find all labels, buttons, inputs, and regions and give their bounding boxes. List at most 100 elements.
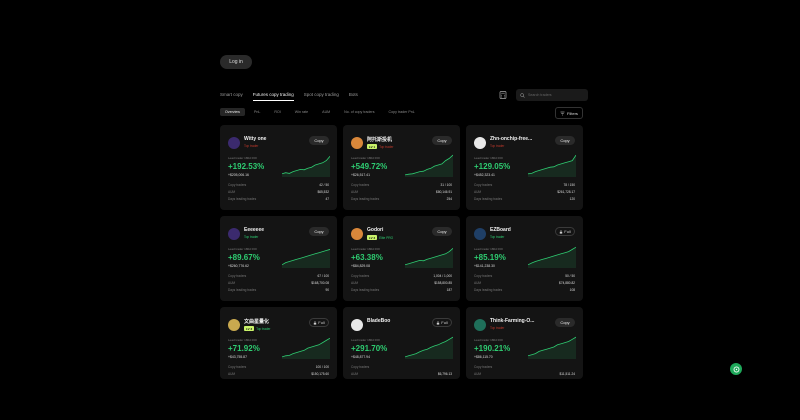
stat-value: 100 / 100 — [315, 364, 329, 369]
stat-aum: AUM $74,880.82 — [474, 279, 575, 286]
roi-label: Lead trader 180d ROI — [474, 247, 504, 251]
stat-copy-traders: Copy traders — [351, 363, 452, 370]
trader-card[interactable]: Think-Farming-O... Top trader Copy Lead tra… — [466, 307, 583, 379]
trader-badges: LV 3 Elite PRO — [367, 235, 393, 240]
full-button[interactable]: Full — [555, 227, 575, 236]
copy-button[interactable]: Copy — [555, 318, 575, 327]
copy-button[interactable]: Copy — [432, 227, 452, 236]
roi-label: Lead trader 180d ROI — [474, 338, 504, 342]
copy-button[interactable]: Copy — [309, 227, 329, 236]
trader-subtitle: Top trader — [490, 326, 505, 330]
pet-avatar-icon — [351, 319, 363, 331]
stat-copy-traders: Copy traders 50 / 50 — [474, 272, 575, 279]
trader-card[interactable]: Witty one Top trader Copy Lead trader 180d … — [220, 125, 337, 210]
search-box[interactable] — [516, 89, 588, 101]
stat-value: $6,796.13 — [437, 371, 452, 376]
chip-overview[interactable]: Overview — [220, 108, 245, 116]
roi-sparkline — [405, 248, 453, 268]
stat-label: Days leading trades — [351, 196, 380, 201]
roi-label: Lead trader 180d ROI — [474, 156, 504, 160]
roi-value: +129.05% — [474, 162, 511, 171]
trader-badges: Top trader — [490, 235, 504, 239]
copy-button[interactable]: Copy — [432, 136, 452, 145]
chip-pnl[interactable]: PnL — [249, 108, 265, 116]
stat-label: AUM — [351, 280, 359, 285]
calculator-icon[interactable] — [498, 90, 508, 100]
stat-value: $261,728.17 — [557, 189, 575, 194]
pnl-value: +$26,517.41 — [351, 173, 370, 177]
stat-label: Days leading trades — [474, 379, 502, 380]
stat-copy-traders: Copy traders 78 / 150 — [474, 181, 575, 188]
trader-name[interactable]: EZBoard — [490, 227, 511, 233]
trader-badges: Top trader — [244, 235, 258, 239]
tab-spot-copy-trading[interactable]: Spot copy trading — [304, 92, 339, 101]
trader-subtitle: Top trader — [256, 326, 271, 331]
stat-label: Copy traders — [351, 364, 370, 369]
action-label: Full — [564, 229, 571, 234]
trader-name[interactable]: 阿托斯投机 — [367, 136, 392, 143]
full-button[interactable]: Full — [432, 318, 452, 327]
stat-copy-traders: Copy traders 1,004 / 1,000 — [351, 272, 452, 279]
trader-name[interactable]: Godori — [367, 227, 383, 233]
login-button[interactable]: Log in — [220, 55, 252, 69]
trader-card[interactable]: BladeBoo Full Lead trader 180d ROI +291.70%… — [343, 307, 460, 379]
level-badge: LV 1 — [367, 144, 378, 149]
lock-icon — [314, 320, 317, 325]
trader-name[interactable]: Witty one — [244, 136, 266, 142]
tab-smart-copy[interactable]: Smart copy — [220, 92, 243, 101]
stat-days-leading: Days leading trades 108 — [474, 286, 575, 293]
help-chat-button[interactable] — [730, 363, 742, 375]
stat-aum: AUM $158,800.85 — [351, 279, 452, 286]
trader-name[interactable]: Eeeeeee — [244, 227, 264, 233]
chip-win-rate[interactable]: Win rate — [290, 108, 313, 116]
stat-aum: AUM $6,796.13 — [351, 370, 452, 377]
sort-chips: Overview PnL ROI Win rate AUM No. of copy tra… — [220, 108, 420, 116]
roi-value: +63.38% — [351, 253, 383, 262]
full-button[interactable]: Full — [309, 318, 329, 327]
tab-bots[interactable]: Bots — [349, 92, 358, 101]
tab-futures-copy-trading[interactable]: Futures copy trading — [252, 92, 294, 101]
copy-button[interactable]: Copy — [555, 136, 575, 145]
stat-days-leading: Days leading trades 120 — [474, 195, 575, 202]
stat-label: Days leading trades — [228, 379, 256, 380]
roi-label: Lead trader 180d ROI — [351, 156, 381, 160]
chip-no-of-copy-traders[interactable]: No. of copy traders — [339, 108, 379, 116]
stat-days-leading: Days leading trades 47 — [228, 195, 329, 202]
trader-card[interactable]: Eeeeeee Top trader Copy Lead trader 180d RO… — [220, 216, 337, 301]
trader-name[interactable]: Zhn-onchip-free... — [490, 136, 532, 142]
stat-label: Copy traders — [474, 364, 493, 369]
stat-label: Copy traders — [474, 273, 493, 278]
stat-label: Days leading trades — [351, 287, 380, 292]
top-right-tools — [498, 89, 588, 101]
stat-copy-traders: Copy traders 31 / 100 — [351, 181, 452, 188]
chip-roi[interactable]: ROI — [269, 108, 285, 116]
chip-copy-trader-pnl[interactable]: Copy trader PnL — [384, 108, 420, 116]
trader-badges: LV 3 Top trader — [244, 326, 270, 331]
trader-name[interactable]: BladeBoo — [367, 318, 390, 324]
trader-name[interactable]: Think-Farming-O... — [490, 318, 534, 324]
trader-stats: Copy traders 50 / 50 AUM $74,880.82 Days lea… — [474, 272, 575, 293]
stat-label: Copy traders — [228, 273, 247, 278]
search-input[interactable] — [528, 93, 583, 97]
stat-value: $158,800.85 — [434, 280, 452, 285]
stat-label: AUM — [228, 280, 236, 285]
chip-aum[interactable]: AUM — [317, 108, 335, 116]
star-avatar-icon — [228, 319, 240, 331]
trader-name[interactable]: 文曲星量化 — [244, 318, 269, 325]
trader-card[interactable]: 阿托斯投机 LV 1 Top trader Copy Lead trader 180d … — [343, 125, 460, 210]
filters-button[interactable]: Filters — [555, 107, 583, 119]
logo-avatar-icon — [474, 228, 486, 240]
trader-subtitle: Top trader — [244, 235, 259, 239]
stat-days-leading: Days leading trades 90 — [228, 286, 329, 293]
stat-label: AUM — [228, 371, 236, 376]
trader-card[interactable]: Zhn-onchip-free... Top trader Copy Lead tra… — [466, 125, 583, 210]
stat-label: Copy traders — [351, 273, 370, 278]
lock-icon — [560, 229, 563, 234]
roi-sparkline — [282, 337, 330, 359]
trader-card[interactable]: Godori LV 3 Elite PRO Copy Lead trader 180d … — [343, 216, 460, 301]
stat-value: $65,532 — [317, 189, 329, 194]
pnl-value: +$84,829.08 — [351, 264, 370, 268]
copy-button[interactable]: Copy — [309, 136, 329, 145]
trader-card[interactable]: EZBoard Top trader Full Lead trader 180d RO… — [466, 216, 583, 301]
trader-card[interactable]: 文曲星量化 LV 3 Top trader Full Lead trader 180d … — [220, 307, 337, 379]
